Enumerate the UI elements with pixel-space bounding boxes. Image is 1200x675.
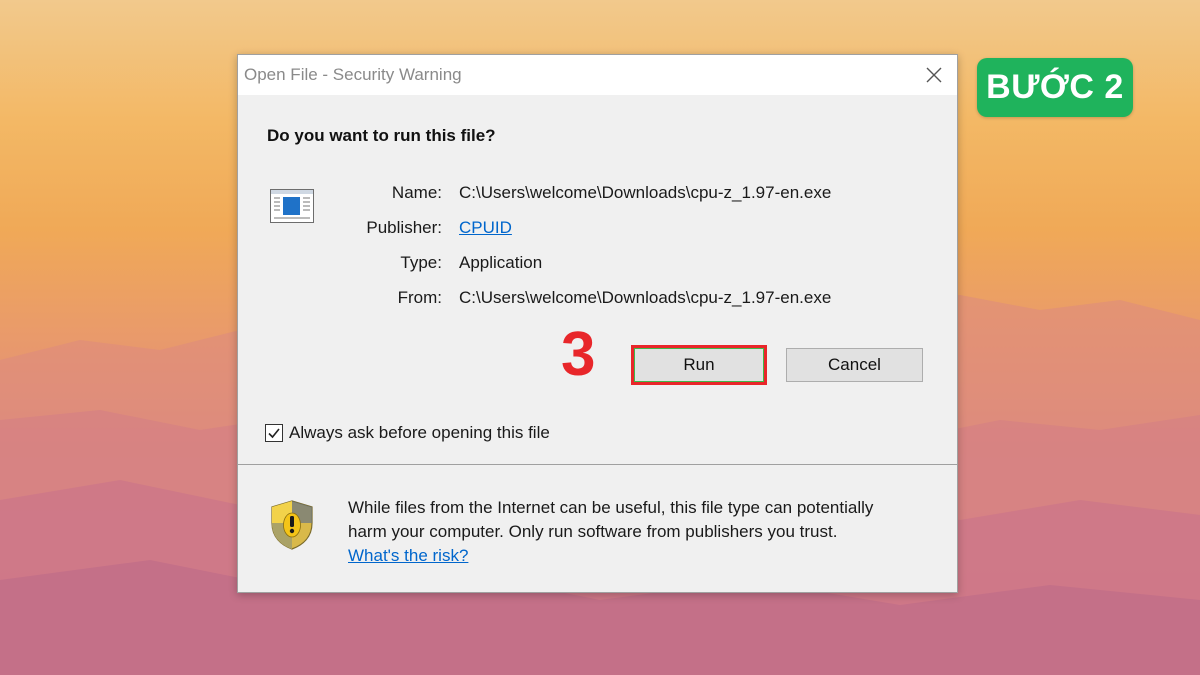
always-ask-checkbox-row[interactable]: Always ask before opening this file (265, 421, 550, 445)
always-ask-checkbox[interactable] (265, 424, 283, 442)
from-label: From: (397, 288, 442, 307)
type-row: Type: Application (238, 253, 957, 277)
dialog-title: Open File - Security Warning (244, 65, 462, 84)
publisher-label: Publisher: (366, 218, 442, 237)
name-value: C:\Users\welcome\Downloads\cpu-z_1.97-en… (459, 183, 832, 202)
type-label: Type: (400, 253, 442, 272)
step-badge: BƯỚC 2 (977, 58, 1133, 117)
dialog-question: Do you want to run this file? (267, 126, 496, 145)
publisher-row: Publisher: CPUID (238, 218, 957, 242)
shield-warning-icon (271, 500, 313, 550)
run-button[interactable]: Run (635, 349, 763, 381)
close-button[interactable] (911, 55, 957, 95)
from-row: From: C:\Users\welcome\Downloads\cpu-z_1… (238, 288, 957, 312)
whats-the-risk-link[interactable]: What's the risk? (348, 544, 948, 568)
warning-message: While files from the Internet can be use… (348, 496, 948, 568)
publisher-link[interactable]: CPUID (459, 218, 512, 238)
cancel-button[interactable]: Cancel (786, 348, 923, 382)
checkmark-icon (268, 428, 280, 439)
from-value: C:\Users\welcome\Downloads\cpu-z_1.97-en… (459, 288, 832, 307)
always-ask-label: Always ask before opening this file (289, 423, 550, 442)
warning-line-2: harm your computer. Only run software fr… (348, 522, 838, 541)
close-icon (926, 67, 942, 83)
divider (238, 464, 957, 465)
security-warning-dialog: Open File - Security Warning Do you want… (237, 54, 958, 593)
name-label: Name: (391, 183, 442, 202)
warning-line-1: While files from the Internet can be use… (348, 498, 874, 517)
type-value: Application (459, 253, 543, 272)
step-number-annotation: 3 (561, 320, 596, 389)
title-bar: Open File - Security Warning (238, 55, 957, 95)
name-row: Name: C:\Users\welcome\Downloads\cpu-z_1… (238, 183, 957, 207)
